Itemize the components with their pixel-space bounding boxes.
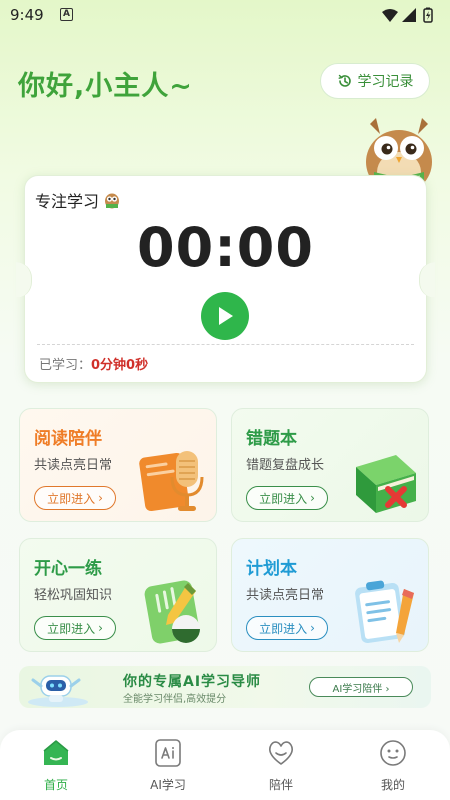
happy-practice-card[interactable]: 开心一练 轻松巩固知识 立即进入 › — [19, 538, 217, 652]
status-icons — [382, 7, 433, 23]
studied-label: 已学习： — [39, 358, 92, 373]
plan-book-card[interactable]: 计划本 共读点亮日常 立即进入 › — [231, 538, 429, 652]
practice-notebook-icon — [144, 580, 200, 644]
home-icon — [43, 740, 69, 765]
focus-study-card: 专注学习 00:00 已学习：0分钟0秒 — [16, 175, 435, 383]
status-bar: 9:49 A — [0, 0, 450, 30]
nav-label-ai-study: AI学习 — [150, 778, 186, 792]
reading-companion-title: 阅读陪伴 — [34, 429, 102, 449]
studied-duration: 已学习：0分钟0秒 — [39, 354, 148, 373]
play-icon — [219, 307, 233, 325]
focus-title: 专注学习 — [35, 188, 121, 212]
greeting-title: 你好,小主人~ — [18, 71, 193, 102]
focus-divider — [37, 344, 414, 345]
owl-small-icon — [105, 193, 120, 209]
notification-icon: A — [60, 8, 73, 21]
wifi-icon — [382, 9, 398, 22]
mistake-book-title: 错题本 — [246, 429, 297, 449]
mistake-book-subtitle: 错题复盘成长 — [246, 458, 325, 473]
ai-tutor-banner[interactable]: 你的专属AI学习导师 全能学习伴侣,高效提分 AI学习陪伴 › — [19, 666, 431, 708]
signal-icon — [402, 8, 416, 22]
chevron-right-icon: › — [98, 491, 103, 505]
studied-value: 0分钟0秒 — [91, 358, 149, 373]
enter-label: 立即进入 — [259, 621, 308, 636]
mistake-enter-button[interactable]: 立即进入 › — [246, 486, 328, 510]
enter-label: 立即进入 — [47, 491, 96, 506]
nav-item-companion[interactable]: 陪伴 — [251, 738, 311, 794]
face-icon — [380, 740, 406, 766]
enter-label: 立即进入 — [47, 621, 96, 636]
nav-item-ai-study[interactable]: AI学习 — [138, 738, 198, 794]
nav-label-companion: 陪伴 — [268, 778, 293, 792]
start-timer-button[interactable] — [201, 292, 249, 340]
plan-book-subtitle: 共读点亮日常 — [246, 588, 325, 603]
heart-icon — [268, 741, 294, 765]
reading-companion-card[interactable]: 阅读陪伴 共读点亮日常 立即进入 › — [19, 408, 217, 522]
study-history-button[interactable]: 学习记录 — [320, 63, 430, 99]
reading-enter-button[interactable]: 立即进入 › — [34, 486, 116, 510]
mistake-book-card[interactable]: 错题本 错题复盘成长 立即进入 › — [231, 408, 429, 522]
chevron-right-icon: › — [310, 491, 315, 505]
clipboard-pencil-icon — [355, 580, 414, 644]
status-time: 9:49 — [10, 6, 44, 24]
ai-companion-button[interactable]: AI学习陪伴 › — [309, 677, 413, 697]
plan-book-title: 计划本 — [246, 559, 297, 579]
focus-timer: 00:00 — [137, 216, 314, 279]
ai-icon — [155, 739, 181, 767]
happy-practice-title: 开心一练 — [34, 559, 102, 579]
robot-icon — [28, 675, 88, 707]
focus-title-label: 专注学习 — [35, 192, 100, 211]
practice-enter-button[interactable]: 立即进入 › — [34, 616, 116, 640]
chevron-right-icon: › — [98, 621, 103, 635]
ai-tutor-title: 你的专属AI学习导师 — [123, 674, 262, 690]
study-history-label: 学习记录 — [357, 74, 414, 90]
chevron-right-icon: › — [310, 621, 315, 635]
happy-practice-subtitle: 轻松巩固知识 — [34, 588, 113, 603]
nav-label-home: 首页 — [43, 778, 68, 792]
history-clock-icon — [338, 74, 351, 87]
mistake-book-icon — [356, 455, 416, 513]
nav-item-mine[interactable]: 我的 — [363, 738, 423, 794]
nav-item-home[interactable]: 首页 — [26, 738, 86, 794]
enter-label: 立即进入 — [259, 491, 308, 506]
bottom-navigation: 首页 AI学习 陪伴 我的 — [0, 730, 450, 800]
ai-tutor-subtitle: 全能学习伴侣,高效提分 — [123, 694, 227, 705]
nav-label-mine: 我的 — [380, 778, 405, 792]
reading-companion-subtitle: 共读点亮日常 — [34, 458, 113, 473]
microphone-book-icon — [139, 451, 204, 512]
plan-enter-button[interactable]: 立即进入 › — [246, 616, 328, 640]
